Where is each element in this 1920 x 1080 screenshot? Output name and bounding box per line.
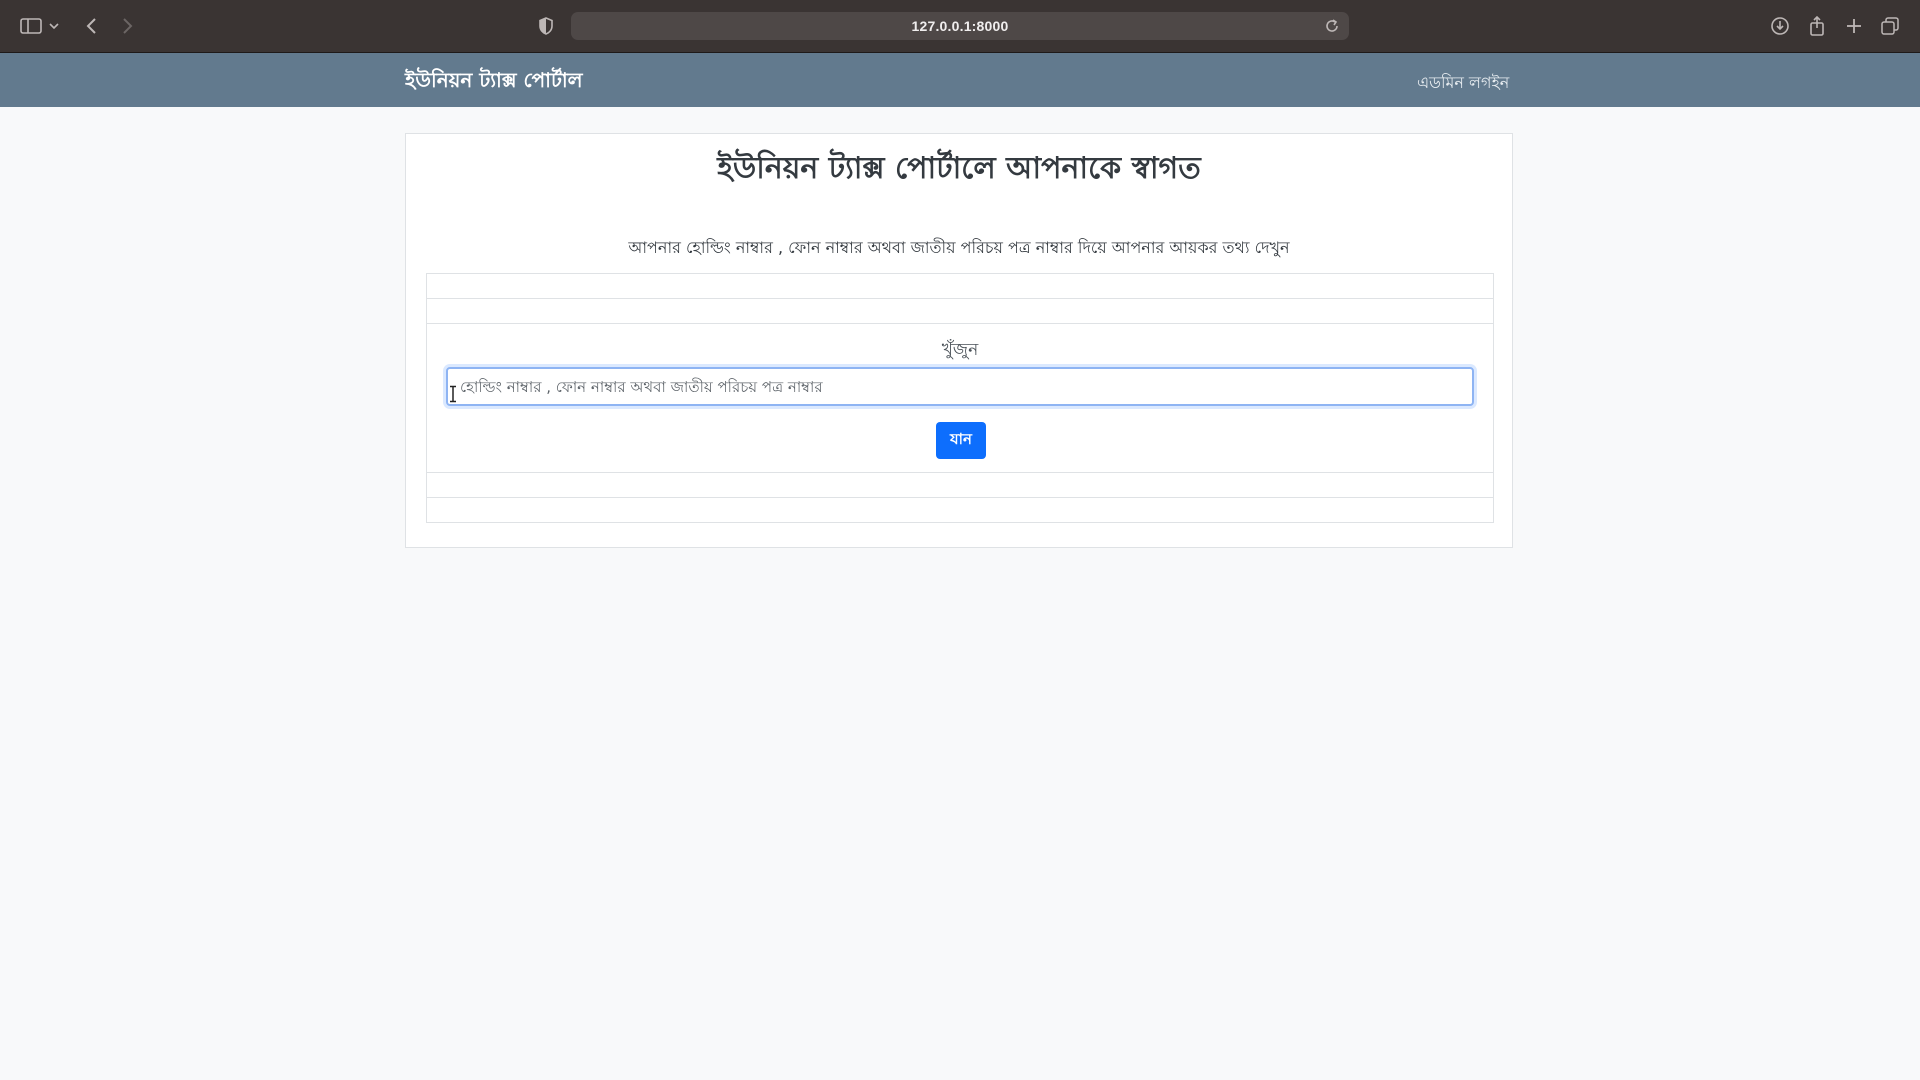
divider bbox=[427, 323, 1493, 324]
main-card: ইউনিয়ন ট্যাক্স পোর্টালে আপনাকে স্বাগত আ… bbox=[405, 133, 1513, 548]
shield-icon[interactable] bbox=[534, 14, 558, 38]
search-input[interactable] bbox=[446, 367, 1474, 406]
back-icon[interactable] bbox=[80, 14, 104, 38]
reload-icon[interactable] bbox=[1323, 17, 1341, 35]
download-icon[interactable] bbox=[1768, 14, 1792, 38]
page-subtitle: আপনার হোল্ডিং নাম্বার , ফোন নাম্বার অথবা… bbox=[628, 238, 1290, 257]
divider bbox=[427, 298, 1493, 299]
divider bbox=[427, 497, 1493, 498]
go-button[interactable]: যান bbox=[936, 422, 986, 459]
browser-toolbar: 127.0.0.1:8000 bbox=[0, 0, 1920, 53]
forward-icon[interactable] bbox=[115, 14, 139, 38]
page-title: ইউনিয়ন ট্যাক্স পোর্টালে আপনাকে স্বাগত bbox=[717, 151, 1201, 186]
share-icon[interactable] bbox=[1805, 14, 1829, 38]
site-navbar: ইউনিয়ন ট্যাক্স পোর্টাল এডমিন লগইন bbox=[0, 53, 1920, 107]
search-panel: খুঁজুন যান bbox=[426, 273, 1494, 523]
chevron-down-icon[interactable] bbox=[47, 14, 61, 38]
admin-login-link[interactable]: এডমিন লগইন bbox=[1417, 70, 1509, 97]
address-bar[interactable]: 127.0.0.1:8000 bbox=[571, 12, 1349, 40]
new-tab-icon[interactable] bbox=[1842, 14, 1866, 38]
text-cursor-icon bbox=[450, 385, 456, 403]
divider bbox=[427, 472, 1493, 473]
navbar-brand[interactable]: ইউনিয়ন ট্যাক্স পোর্টাল bbox=[405, 66, 583, 99]
sidebar-icon[interactable] bbox=[19, 14, 43, 38]
tabs-overview-icon[interactable] bbox=[1878, 14, 1902, 38]
search-label: খুঁজুন bbox=[941, 340, 979, 360]
url-text: 127.0.0.1:8000 bbox=[911, 18, 1009, 34]
